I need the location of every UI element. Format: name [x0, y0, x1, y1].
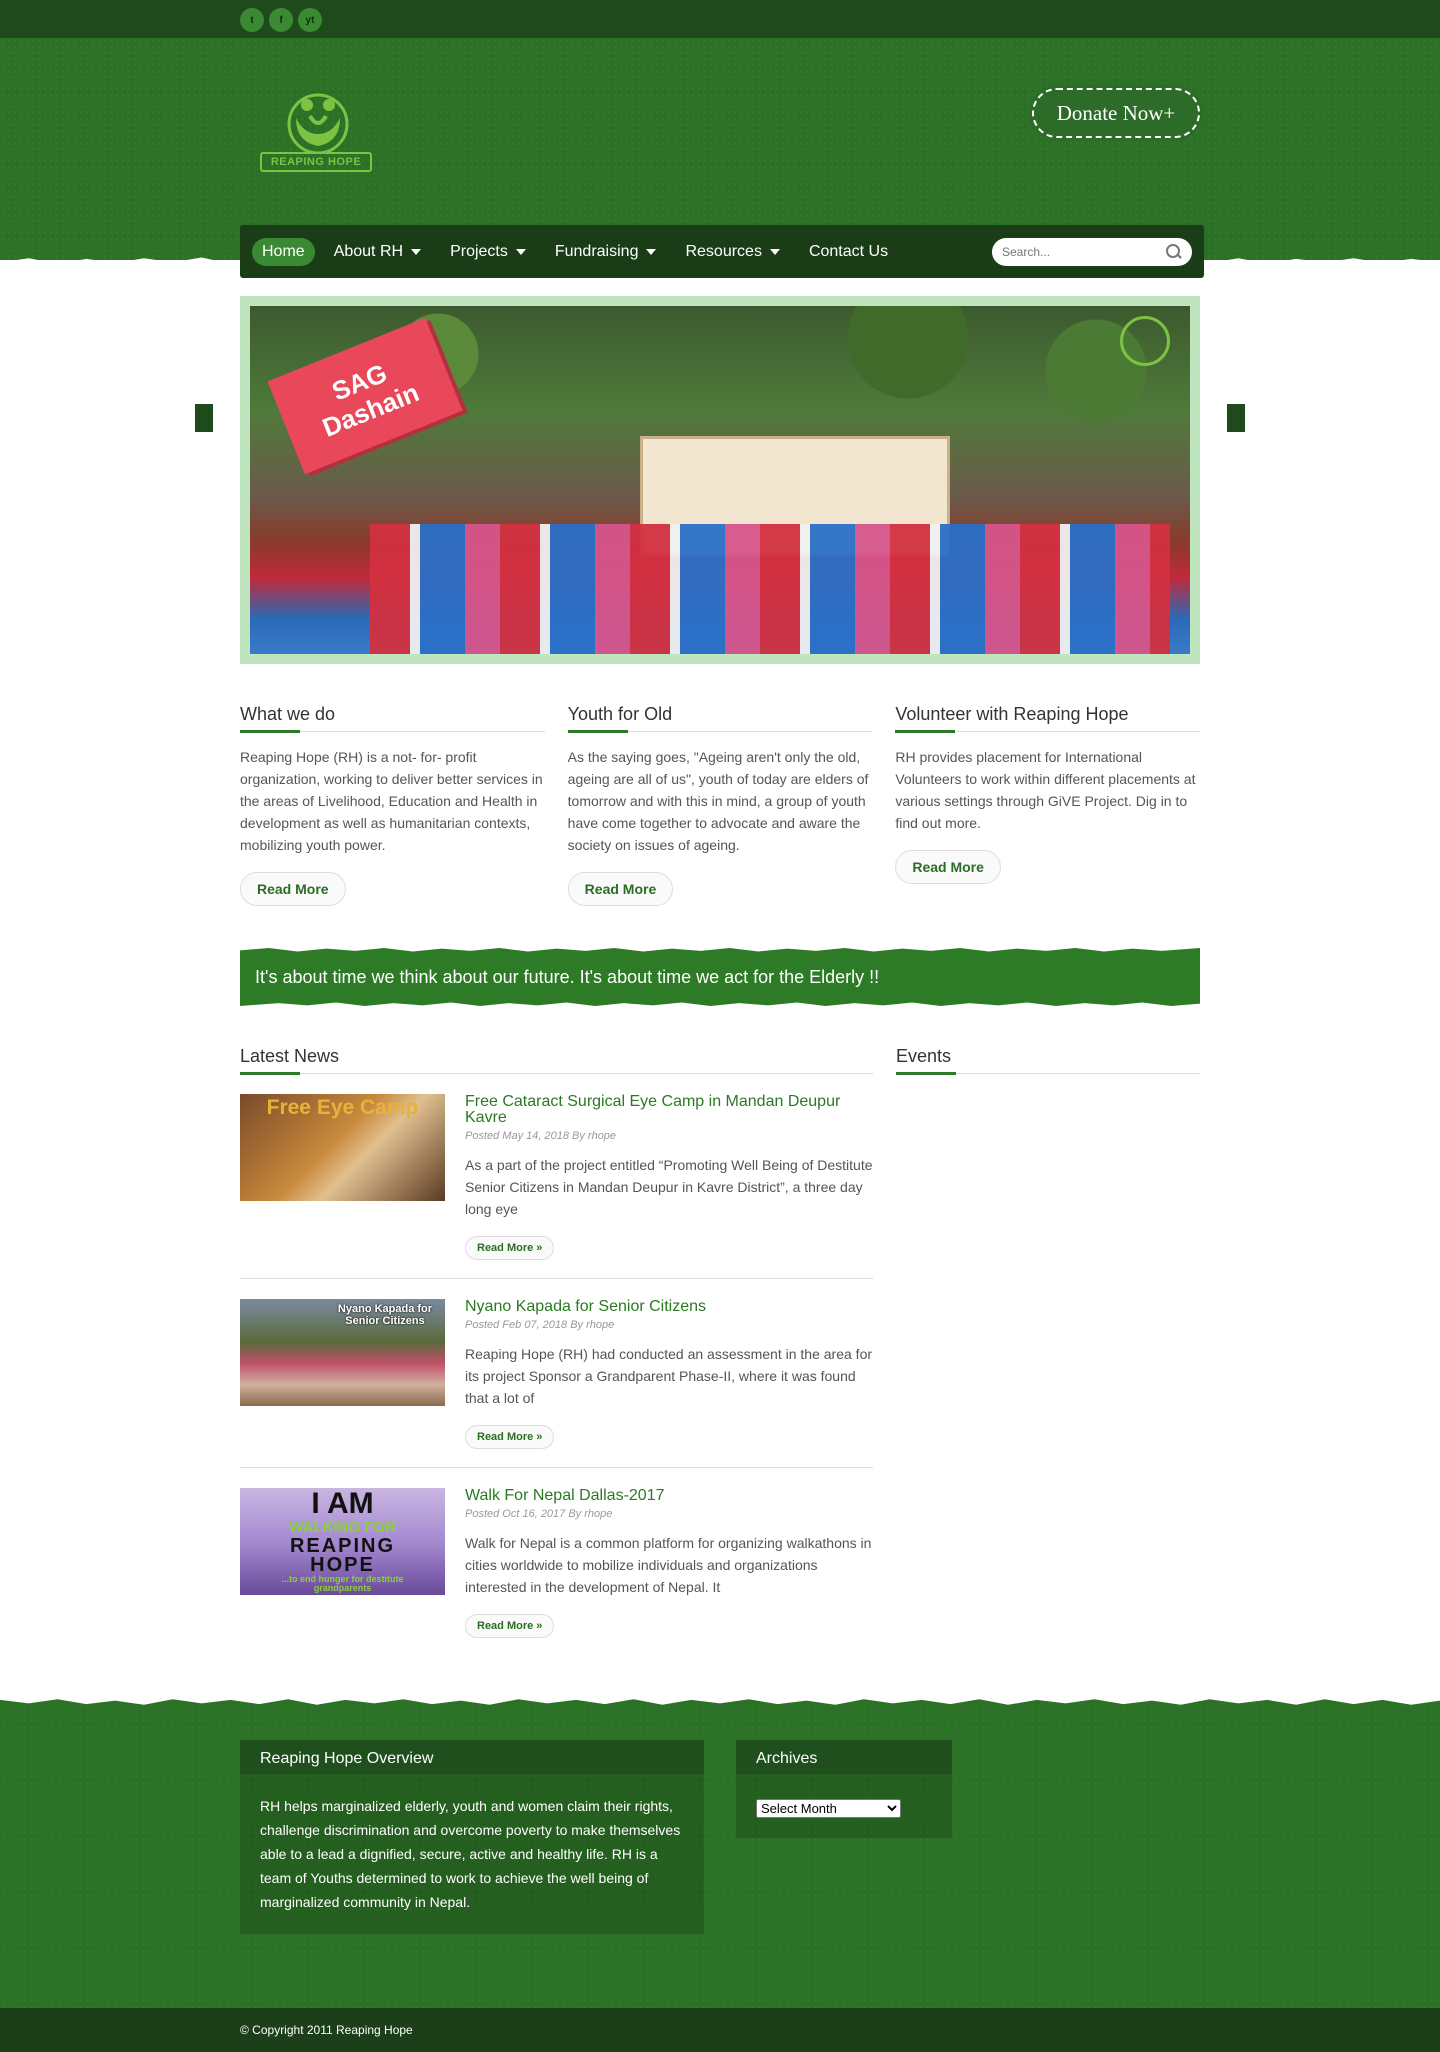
- overview-widget: Reaping Hope Overview RH helps marginali…: [240, 1740, 704, 1934]
- slider-prev-button[interactable]: [195, 404, 213, 432]
- nav-label: Fundraising: [554, 242, 639, 260]
- feature-column: What we do Reaping Hope (RH) is a not- f…: [240, 704, 545, 906]
- logo-text: REAPING HOPE: [260, 152, 372, 172]
- section-title: Events: [896, 1046, 1200, 1075]
- column-title: What we do: [240, 704, 545, 733]
- column-text: As the saying goes, "Ageing aren't only …: [567, 749, 869, 853]
- nav-label: Projects: [450, 242, 508, 260]
- chevron-down-icon: [515, 248, 526, 255]
- thumbnail-caption: WALKING FOR: [289, 1519, 396, 1536]
- archives-widget: Archives Select Month: [736, 1740, 952, 1838]
- thumbnail-caption: Free Eye Camp: [266, 1096, 419, 1119]
- overview-text: RH helps marginalized elderly, youth and…: [260, 1798, 681, 1910]
- chevron-down-icon: [769, 248, 780, 255]
- post-thumbnail[interactable]: I AM WALKING FOR REAPING HOPE ...to end …: [240, 1488, 445, 1595]
- youtube-icon[interactable]: yt: [298, 8, 322, 32]
- read-more-button[interactable]: Read More »: [465, 1236, 555, 1260]
- top-bar: t f yt: [0, 0, 1440, 38]
- section-title: Latest News: [240, 1046, 873, 1075]
- twitter-icon[interactable]: t: [240, 8, 264, 32]
- site-header: REAPING HOPE Donate Now+ Home About RH P…: [0, 38, 1440, 278]
- post-title-link[interactable]: Walk For Nepal Dallas-2017: [465, 1488, 873, 1504]
- nav-item-projects[interactable]: Projects: [440, 238, 536, 266]
- slider-frame: SAG Dashain: [240, 296, 1200, 664]
- post-meta: Posted Oct 16, 2017 By rhope: [465, 1508, 613, 1520]
- nav-label: Contact Us: [808, 242, 889, 260]
- column-title: Youth for Old: [567, 704, 873, 733]
- donate-button[interactable]: Donate Now+: [1032, 88, 1200, 138]
- post-meta: Posted Feb 07, 2018 By rhope: [465, 1319, 615, 1331]
- archives-select[interactable]: Select Month: [756, 1799, 901, 1818]
- post-excerpt: As a part of the project entitled “Promo…: [465, 1157, 873, 1217]
- feature-column: Youth for Old As the saying goes, "Agein…: [567, 704, 873, 906]
- site-footer: Reaping Hope Overview RH helps marginali…: [0, 1696, 1440, 2008]
- nav-item-contact[interactable]: Contact Us: [799, 238, 898, 266]
- read-more-button[interactable]: Read More »: [465, 1614, 555, 1638]
- feature-columns: What we do Reaping Hope (RH) is a not- f…: [240, 704, 1201, 906]
- slide-logo-icon: [1120, 316, 1170, 366]
- post-meta: Posted May 14, 2018 By rhope: [465, 1130, 617, 1142]
- nav-item-fundraising[interactable]: Fundraising: [545, 238, 667, 266]
- read-more-button[interactable]: Read More: [895, 850, 1001, 884]
- nav-label: Resources: [685, 242, 762, 260]
- thumbnail-caption: Nyano Kapada for Senior Citizens: [337, 1303, 433, 1327]
- post-thumbnail[interactable]: Nyano Kapada for Senior Citizens: [240, 1299, 445, 1406]
- search-input[interactable]: [1002, 244, 1166, 259]
- search-box: [992, 237, 1192, 266]
- chevron-down-icon: [411, 248, 422, 255]
- widget-title: Archives: [736, 1740, 952, 1774]
- read-more-button[interactable]: Read More: [240, 872, 346, 906]
- nav-label: About RH: [333, 242, 404, 260]
- events-section: Events: [896, 1046, 1200, 1656]
- news-post: Free Eye Camp Free Cataract Surgical Eye…: [240, 1074, 873, 1279]
- thumbnail-caption: ...to end hunger for destitute grandpare…: [281, 1574, 404, 1593]
- nav-label: Home: [262, 242, 305, 260]
- nav-item-resources[interactable]: Resources: [675, 238, 789, 266]
- post-excerpt: Walk for Nepal is a common platform for …: [465, 1535, 872, 1595]
- nav-item-about[interactable]: About RH: [324, 238, 431, 266]
- search-icon[interactable]: [1166, 243, 1182, 260]
- facebook-icon[interactable]: f: [269, 8, 293, 32]
- column-title: Volunteer with Reaping Hope: [895, 704, 1201, 733]
- main-nav: Home About RH Projects Fundraising Resou…: [240, 225, 1204, 278]
- slide-image: SAG Dashain: [250, 306, 1190, 654]
- column-text: RH provides placement for International …: [895, 749, 1196, 831]
- post-title-link[interactable]: Free Cataract Surgical Eye Camp in Manda…: [465, 1094, 873, 1126]
- post-excerpt: Reaping Hope (RH) had conducted an asses…: [465, 1346, 873, 1406]
- post-thumbnail[interactable]: Free Eye Camp: [240, 1094, 445, 1201]
- slide-people: [370, 524, 1170, 654]
- post-title-link[interactable]: Nyano Kapada for Senior Citizens: [465, 1299, 873, 1315]
- news-post: Nyano Kapada for Senior Citizens Nyano K…: [240, 1279, 873, 1468]
- nav-item-home[interactable]: Home: [252, 237, 315, 266]
- copyright-text: © Copyright 2011 Reaping Hope: [240, 2023, 413, 2037]
- logo-icon: [287, 93, 349, 155]
- latest-news: Latest News Free Eye Camp Free Cataract …: [240, 1046, 873, 1656]
- chevron-down-icon: [646, 248, 657, 255]
- read-more-button[interactable]: Read More »: [465, 1425, 555, 1449]
- feature-column: Volunteer with Reaping Hope RH provides …: [895, 704, 1201, 906]
- hero-slider: SAG Dashain: [195, 296, 1245, 664]
- tagline-banner: It's about time we think about our futur…: [240, 948, 1200, 1006]
- site-logo[interactable]: REAPING HOPE: [260, 90, 376, 174]
- column-text: Reaping Hope (RH) is a not- for- profit …: [240, 749, 543, 853]
- read-more-button[interactable]: Read More: [567, 872, 674, 906]
- news-post: I AM WALKING FOR REAPING HOPE ...to end …: [240, 1468, 873, 1656]
- slider-next-button[interactable]: [1227, 404, 1245, 432]
- thumbnail-caption: I AM: [311, 1488, 374, 1520]
- copyright-bar: © Copyright 2011 Reaping Hope: [0, 2008, 1440, 2052]
- widget-title: Reaping Hope Overview: [240, 1740, 704, 1774]
